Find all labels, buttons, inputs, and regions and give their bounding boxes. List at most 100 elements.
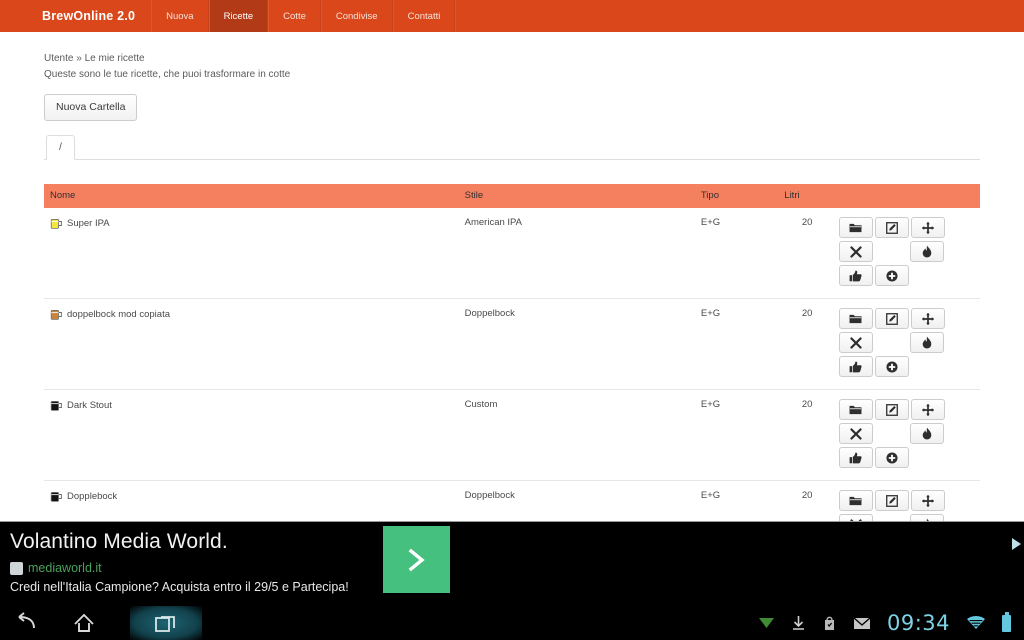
cell-actions bbox=[830, 390, 980, 481]
folder-icon-button[interactable] bbox=[838, 308, 873, 329]
close-icon bbox=[850, 245, 862, 258]
move-icon-button[interactable] bbox=[910, 490, 945, 511]
folder-tabs: / bbox=[44, 135, 980, 160]
flame-icon-button[interactable] bbox=[909, 332, 944, 353]
ad-description: Credi nell'Italia Campione? Acquista ent… bbox=[10, 580, 349, 594]
close-icon-button[interactable] bbox=[838, 423, 873, 444]
drive-icon[interactable] bbox=[758, 616, 775, 630]
flame-icon-button[interactable] bbox=[909, 423, 944, 444]
brand-logo[interactable]: BrewOnline 2.0 bbox=[0, 0, 151, 32]
move-icon-button[interactable] bbox=[910, 399, 945, 420]
ad-url-row[interactable]: mediaworld.it bbox=[10, 561, 102, 575]
system-status-icons: 09:34 bbox=[758, 606, 1011, 640]
plus-circle-icon bbox=[886, 360, 898, 373]
folder-icon bbox=[849, 404, 862, 415]
thumbs-up-icon-button[interactable] bbox=[838, 265, 873, 286]
flame-icon bbox=[922, 245, 932, 258]
ad-url-text: mediaworld.it bbox=[28, 561, 102, 575]
flame-icon-button[interactable] bbox=[909, 241, 944, 262]
table-row[interactable]: Super IPA American IPA E+G 20 bbox=[44, 208, 980, 299]
close-icon bbox=[850, 427, 862, 440]
battery-icon[interactable] bbox=[1002, 612, 1011, 632]
thumbs-up-icon-button[interactable] bbox=[838, 356, 873, 377]
cell-stile: Custom bbox=[464, 399, 498, 410]
plus-circle-icon bbox=[886, 451, 898, 464]
thumbs-up-icon bbox=[849, 452, 863, 464]
table-row[interactable]: Dark Stout Custom E+G 20 bbox=[44, 390, 980, 481]
cell-nome: Super IPA bbox=[44, 208, 459, 299]
top-navbar: BrewOnline 2.0 Nuova Ricette Cotte Condi… bbox=[0, 0, 1024, 32]
ad-banner[interactable]: Volantino Media World. mediaworld.it Cre… bbox=[0, 521, 1024, 606]
edit-icon-button[interactable] bbox=[874, 490, 909, 511]
beer-mug-icon bbox=[50, 492, 62, 502]
close-icon-button[interactable] bbox=[838, 241, 873, 262]
edit-icon bbox=[886, 312, 898, 325]
ad-cta-button[interactable] bbox=[383, 526, 450, 593]
column-header-tipo[interactable]: Tipo bbox=[694, 184, 779, 208]
recipe-name[interactable]: Super IPA bbox=[67, 218, 110, 229]
flame-icon bbox=[922, 336, 932, 349]
plus-circle-icon-button[interactable] bbox=[874, 447, 909, 468]
cell-tipo: E+G bbox=[700, 217, 721, 228]
nav-item-nuova[interactable]: Nuova bbox=[151, 0, 209, 32]
cell-actions bbox=[830, 208, 980, 299]
folder-tab-root[interactable]: / bbox=[46, 135, 75, 160]
row-action-buttons bbox=[838, 399, 980, 471]
ad-indicator-icon bbox=[1012, 538, 1021, 550]
cell-litri: 20 bbox=[801, 308, 813, 319]
back-icon[interactable] bbox=[14, 612, 38, 634]
row-action-buttons bbox=[838, 217, 980, 289]
beer-mug-icon bbox=[50, 219, 62, 229]
folder-icon-button[interactable] bbox=[838, 490, 873, 511]
chevron-right-icon bbox=[408, 548, 425, 571]
move-icon-button[interactable] bbox=[910, 217, 945, 238]
edit-icon-button[interactable] bbox=[874, 217, 909, 238]
column-header-nome[interactable]: Nome bbox=[44, 184, 459, 208]
bag-icon[interactable] bbox=[822, 615, 837, 631]
move-icon bbox=[921, 403, 934, 416]
nav-item-ricette[interactable]: Ricette bbox=[208, 0, 269, 32]
column-header-stile[interactable]: Stile bbox=[458, 184, 695, 208]
recent-apps-icon[interactable] bbox=[130, 606, 202, 640]
system-nav-buttons bbox=[14, 606, 202, 640]
move-icon bbox=[921, 221, 934, 234]
edit-icon-button[interactable] bbox=[874, 399, 909, 420]
wifi-icon[interactable] bbox=[966, 615, 986, 631]
plus-circle-icon bbox=[886, 269, 898, 282]
column-header-litri[interactable]: Litri bbox=[778, 184, 830, 208]
column-header-actions bbox=[829, 184, 980, 208]
table-row[interactable]: doppelbock mod copiata Doppelbock E+G 20 bbox=[44, 299, 980, 390]
new-folder-button[interactable]: Nuova Cartella bbox=[44, 94, 138, 121]
move-icon-button[interactable] bbox=[910, 308, 945, 329]
folder-icon-button[interactable] bbox=[838, 399, 873, 420]
folder-icon bbox=[849, 313, 862, 324]
plus-circle-icon-button[interactable] bbox=[874, 356, 909, 377]
close-icon-button[interactable] bbox=[838, 332, 873, 353]
cell-stile: Doppelbock bbox=[464, 308, 515, 319]
cell-tipo: E+G bbox=[700, 399, 721, 410]
folder-icon-button[interactable] bbox=[838, 217, 873, 238]
home-icon[interactable] bbox=[72, 612, 96, 634]
close-icon bbox=[850, 336, 862, 349]
thumbs-up-icon bbox=[849, 361, 863, 373]
flame-icon bbox=[922, 427, 932, 440]
plus-circle-icon-button[interactable] bbox=[874, 265, 909, 286]
android-system-bar: 09:34 bbox=[0, 606, 1024, 640]
edit-icon-button[interactable] bbox=[874, 308, 909, 329]
recipe-name[interactable]: Dark Stout bbox=[67, 400, 112, 411]
mail-icon[interactable] bbox=[853, 616, 871, 630]
cell-tipo: E+G bbox=[700, 308, 721, 319]
beer-mug-icon bbox=[50, 310, 62, 320]
recipe-name[interactable]: Dopplebock bbox=[67, 491, 117, 502]
move-icon bbox=[921, 312, 934, 325]
thumbs-up-icon-button[interactable] bbox=[838, 447, 873, 468]
recipe-name[interactable]: doppelbock mod copiata bbox=[67, 309, 170, 320]
nav-item-condivise[interactable]: Condivise bbox=[320, 0, 393, 32]
nav-item-contatti[interactable]: Contatti bbox=[392, 0, 456, 32]
globe-icon bbox=[10, 561, 23, 575]
cell-nome: Dark Stout bbox=[44, 390, 459, 481]
download-icon[interactable] bbox=[791, 615, 806, 631]
edit-icon bbox=[886, 221, 898, 234]
nav-item-cotte[interactable]: Cotte bbox=[268, 0, 321, 32]
edit-icon bbox=[886, 494, 898, 507]
